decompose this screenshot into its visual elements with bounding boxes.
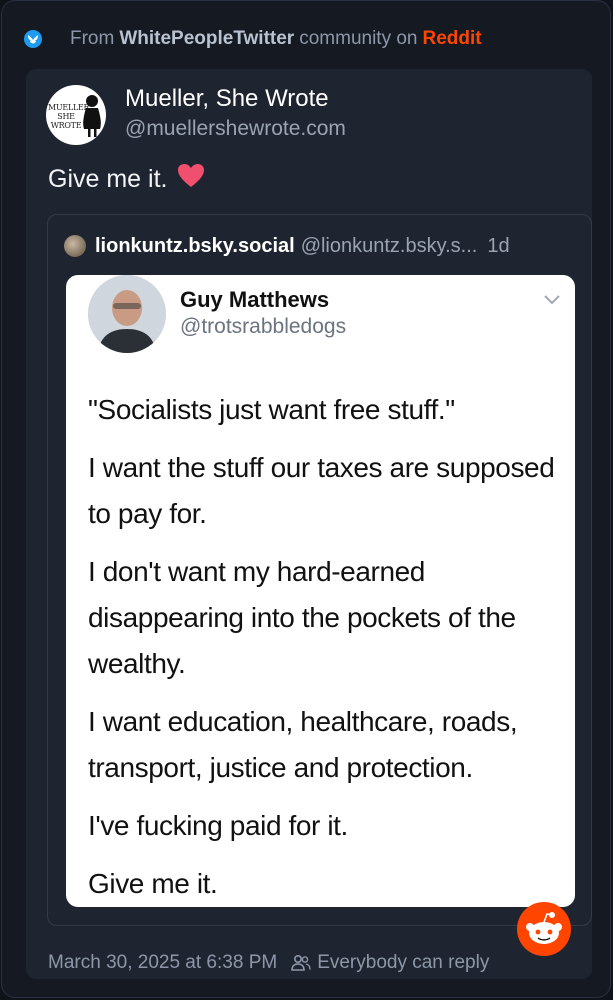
author-handle[interactable]: @muellershewrote.com [125, 117, 346, 141]
post-text-content: Give me it. [48, 164, 168, 193]
author-avatar[interactable]: MUELLER SHE WROTE [46, 85, 106, 145]
tweet-author-avatar [88, 275, 166, 353]
tweet-paragraph: I don't want my hard-earned disappearing… [88, 556, 516, 679]
community-link[interactable]: WhitePeopleTwitter [119, 28, 294, 50]
reddit-snoo-icon[interactable] [517, 902, 571, 956]
reddit-link[interactable]: Reddit [423, 28, 482, 50]
quoted-post-header: lionkuntz.bsky.social @lionkuntz.bsky.s.… [64, 233, 510, 259]
tweet-paragraph: I want education, healthcare, roads, tra… [88, 706, 518, 783]
tweet-paragraph: I want the stuff our taxes are supposed … [88, 452, 555, 529]
post-card: MUELLER SHE WROTE Mueller, She Wrote @mu… [26, 69, 592, 979]
tweet-paragraph: Give me it. [88, 868, 218, 899]
silhouette-icon [83, 95, 101, 137]
tweet-author-name: Guy Matthews [180, 287, 330, 312]
quoted-post-time: 1d [487, 234, 510, 257]
quoted-author-name[interactable]: lionkuntz.bsky.social [95, 235, 295, 258]
person-photo-icon [88, 275, 166, 353]
post-text: Give me it. [48, 163, 205, 195]
avatar-logo-text: MUELLER SHE WROTE [48, 103, 90, 130]
post-footer: March 30, 2025 at 6:38 PM Everybody can … [48, 951, 489, 975]
author-name[interactable]: Mueller, She Wrote [125, 85, 329, 113]
header-middle: community on [299, 28, 418, 49]
tweet-author-handle: @trotsrabbledogs [180, 315, 347, 338]
reddit-share-card: From WhitePeopleTwitter community on Red… [1, 0, 611, 998]
quoted-author-handle[interactable]: @lionkuntz.bsky.s... [301, 235, 478, 258]
embedded-tweet-image[interactable]: Guy Matthews @trotsrabbledogs "Socialist… [66, 275, 575, 907]
header-prefix: From [70, 28, 115, 49]
people-icon [291, 954, 311, 972]
quoted-author-avatar[interactable] [64, 235, 86, 257]
reply-setting: Everybody can reply [317, 952, 490, 973]
chevron-down-icon [543, 293, 561, 311]
source-header: From WhitePeopleTwitter community on Red… [24, 27, 482, 51]
red-heart-icon [177, 163, 205, 195]
tweet-body: "Socialists just want free stuff." I wan… [88, 387, 568, 907]
bluesky-badge-icon [24, 30, 42, 48]
quoted-post[interactable]: lionkuntz.bsky.social @lionkuntz.bsky.s.… [47, 214, 592, 926]
post-timestamp[interactable]: March 30, 2025 at 6:38 PM [48, 952, 277, 974]
tweet-paragraph: "Socialists just want free stuff." [88, 394, 455, 425]
tweet-paragraph: I've fucking paid for it. [88, 810, 348, 841]
